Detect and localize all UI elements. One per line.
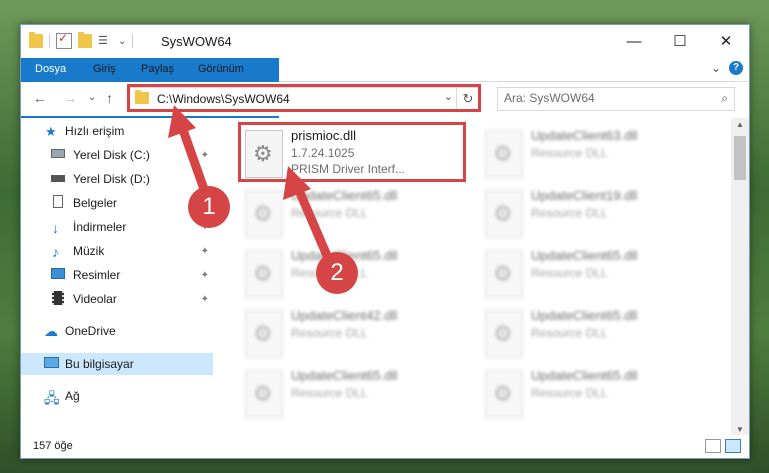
step-1-badge: 1 bbox=[188, 186, 230, 228]
arrow-1 bbox=[168, 105, 210, 197]
arrow-2 bbox=[283, 166, 333, 263]
annotation-arrows bbox=[168, 105, 333, 263]
step-2-badge: 2 bbox=[316, 252, 358, 294]
